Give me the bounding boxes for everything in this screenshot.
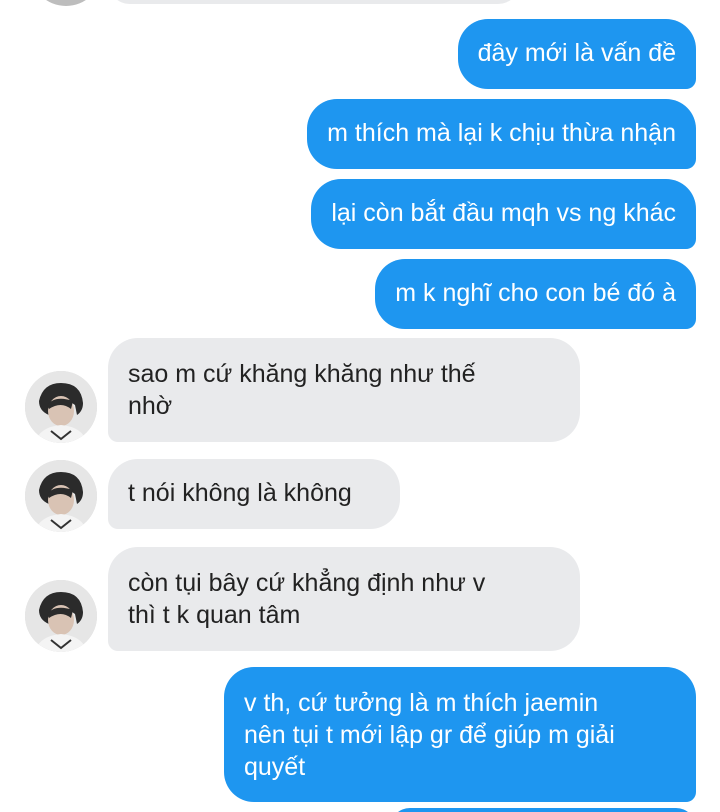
message-text: m k nghĩ cho con bé đó à [395, 279, 676, 307]
message-text: t nói không là không [128, 479, 352, 507]
message-text: lại còn bắt đầu mqh vs ng khác [331, 199, 676, 227]
message-text: m thích mà lại k chịu thừa nhận [327, 119, 676, 147]
incoming-message-bubble-partial[interactable] [108, 0, 520, 4]
contact-avatar[interactable] [25, 371, 97, 443]
outgoing-message-bubble[interactable]: m k nghĩ cho con bé đó à [375, 259, 696, 329]
avatar-photo-icon [25, 580, 97, 652]
message-text-line: v th, cứ tưởng là m thích jaemin [244, 689, 599, 717]
message-text: đây mới là vấn đề [477, 39, 676, 67]
contact-avatar-partial [30, 0, 102, 6]
outgoing-message-bubble[interactable]: lại còn bắt đầu mqh vs ng khác [311, 179, 696, 249]
avatar-photo-icon [25, 460, 97, 532]
outgoing-message-bubble[interactable]: m thích mà lại k chịu thừa nhận [307, 99, 696, 169]
message-text-line: sao m cứ khăng khăng như thế [128, 360, 476, 388]
message-text-line: quyết [244, 753, 306, 781]
avatar-photo-icon [25, 371, 97, 443]
message-text-line: nên tụi t mới lập gr để giúp m giải [244, 721, 615, 749]
incoming-message-bubble[interactable]: sao m cứ khăng khăng như thế nhờ [108, 338, 580, 442]
contact-avatar[interactable] [25, 460, 97, 532]
outgoing-message-bubble-partial[interactable] [390, 808, 696, 812]
incoming-message-bubble[interactable]: còn tụi bây cứ khẳng định như v thì t k … [108, 547, 580, 651]
message-text-line: còn tụi bây cứ khẳng định như v [128, 569, 486, 597]
contact-avatar[interactable] [25, 580, 97, 652]
message-text-line: nhờ [128, 392, 173, 420]
chat-thread: đây mới là vấn đề m thích mà lại k chịu … [0, 0, 720, 812]
outgoing-message-bubble[interactable]: đây mới là vấn đề [457, 19, 696, 89]
outgoing-message-bubble[interactable]: v th, cứ tưởng là m thích jaemin nên tụi… [224, 667, 696, 802]
incoming-message-bubble[interactable]: t nói không là không [108, 459, 400, 529]
message-text-line: thì t k quan tâm [128, 601, 301, 629]
